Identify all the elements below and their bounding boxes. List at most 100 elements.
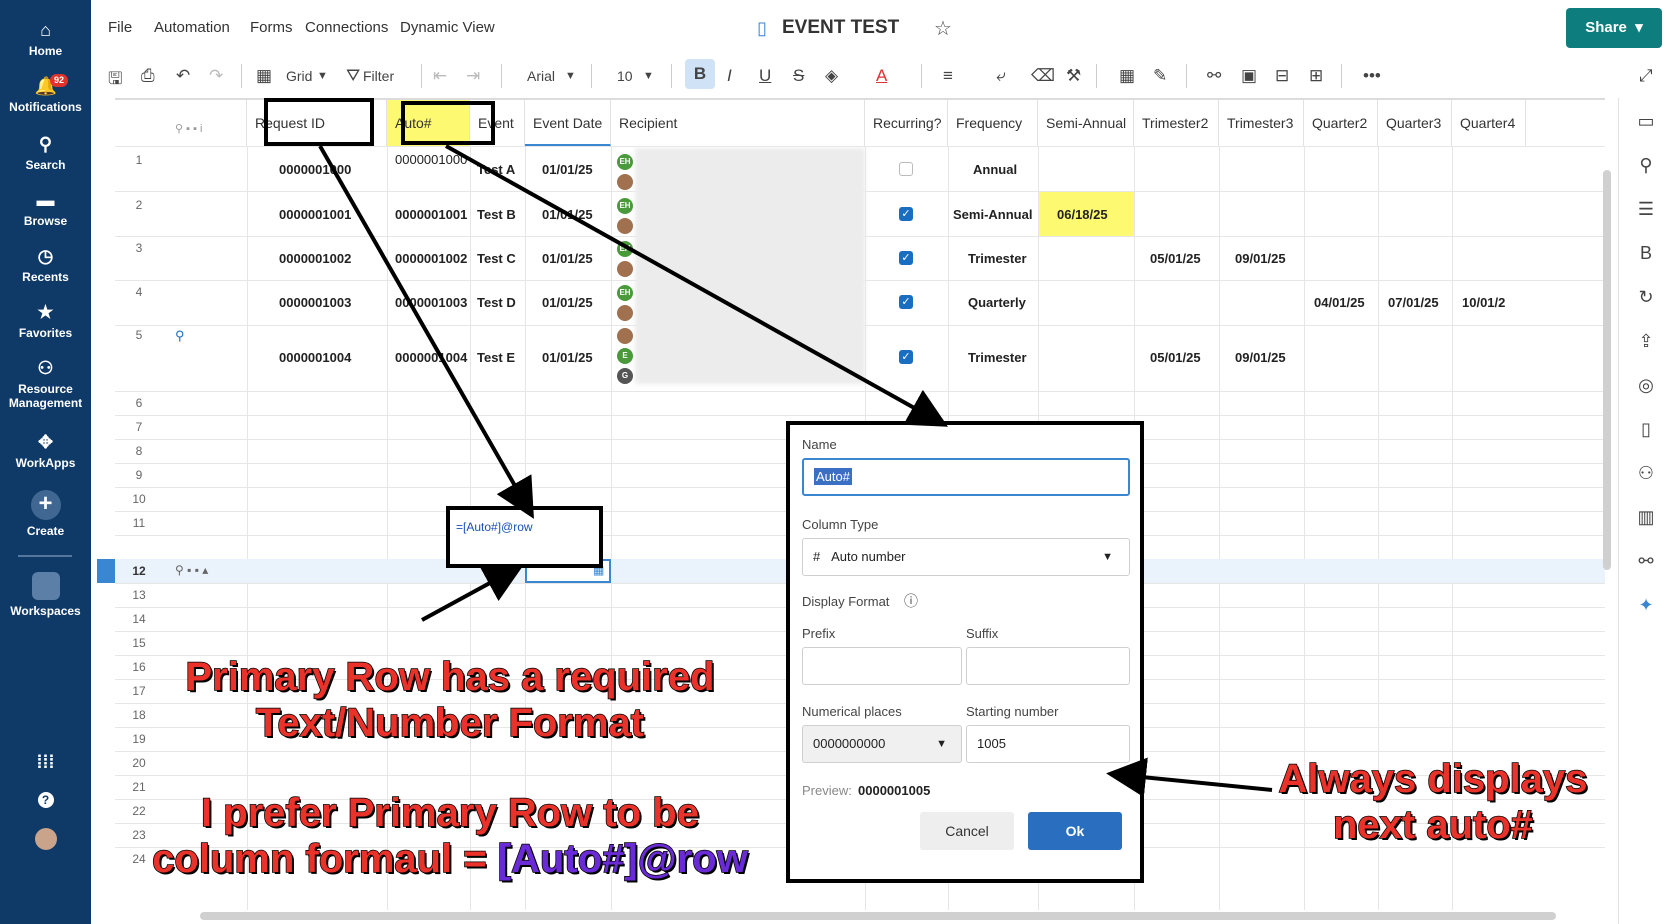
column-header-trimester2[interactable]: Trimester2: [1134, 100, 1219, 146]
strikethrough-icon[interactable]: S: [793, 66, 804, 86]
formula-text[interactable]: =[Auto#]@row: [456, 520, 533, 534]
save-icon[interactable]: 🖫: [108, 66, 122, 95]
columns-icon[interactable]: ⊞: [1309, 66, 1323, 86]
cell-event-date[interactable]: 01/01/25: [542, 295, 593, 310]
undo-icon[interactable]: ↶: [176, 66, 190, 86]
underline-icon[interactable]: U: [759, 66, 771, 86]
text-color-icon[interactable]: A: [876, 66, 887, 86]
attachment-icon[interactable]: ⚲: [1635, 154, 1657, 176]
column-header-frequency[interactable]: Frequency: [948, 100, 1038, 146]
cell-trimester3[interactable]: 09/01/25: [1235, 251, 1286, 266]
cell-request-id[interactable]: 0000001002: [279, 251, 351, 266]
bold-icon[interactable]: B: [685, 59, 715, 89]
cell-trimester2[interactable]: 05/01/25: [1150, 350, 1201, 365]
link-icon[interactable]: ⚯: [1207, 66, 1221, 86]
proofing-icon[interactable]: B: [1635, 242, 1657, 264]
cell-request-id[interactable]: 0000001000: [279, 162, 351, 177]
users-icon[interactable]: ⚇: [1635, 462, 1657, 484]
name-input[interactable]: Auto#: [802, 458, 1130, 496]
cell-event-date[interactable]: 01/01/25: [542, 251, 593, 266]
format-painter-icon[interactable]: ⚒: [1066, 66, 1081, 86]
nav-search[interactable]: ⚲ Search: [0, 134, 91, 172]
attachment-icon[interactable]: ⚲: [175, 328, 185, 344]
image-icon[interactable]: ▣: [1241, 66, 1257, 86]
apps-grid-icon[interactable]: ⁞⁞⁞: [0, 752, 91, 776]
cell-frequency[interactable]: Annual: [973, 162, 1017, 177]
menu-automation[interactable]: Automation: [154, 19, 230, 36]
forms-icon[interactable]: ▯: [1635, 418, 1657, 440]
column-header-quarter3[interactable]: Quarter3: [1378, 100, 1452, 146]
cell-request-id[interactable]: 0000001003: [279, 295, 351, 310]
column-header-quarter4[interactable]: Quarter4: [1452, 100, 1526, 146]
column-header-trimester3[interactable]: Trimester3: [1219, 100, 1304, 146]
column-header-recurring[interactable]: Recurring?: [865, 100, 948, 146]
starting-number-input[interactable]: 1005: [966, 725, 1130, 763]
filter-button[interactable]: Filter: [363, 68, 394, 84]
nav-resource-management[interactable]: ⚇ Resource Management: [0, 358, 91, 410]
nav-home[interactable]: ⌂ Home: [0, 20, 91, 58]
menu-connections[interactable]: Connections: [305, 19, 388, 36]
cell-auto[interactable]: 0000001004: [395, 350, 467, 365]
cell-frequency[interactable]: Semi-Annual: [953, 207, 1032, 222]
formula-editor[interactable]: =[Auto#]@row: [446, 506, 603, 568]
checkbox-checked[interactable]: ✓: [899, 207, 913, 221]
size-select[interactable]: 10: [617, 68, 633, 84]
layers-icon[interactable]: ☰: [1635, 198, 1657, 220]
checkbox-checked[interactable]: ✓: [899, 251, 913, 265]
nav-create[interactable]: + Create: [0, 490, 91, 538]
nav-workspaces[interactable]: Workspaces: [0, 572, 91, 618]
font-select[interactable]: Arial: [527, 68, 555, 84]
highlight-icon[interactable]: ✎: [1153, 66, 1167, 86]
nav-favorites[interactable]: ★ Favorites: [0, 302, 91, 340]
cell-auto[interactable]: 0000001003: [395, 295, 467, 310]
numerical-places-select[interactable]: 0000000000 ▼: [802, 725, 962, 763]
ok-button[interactable]: Ok: [1028, 812, 1122, 850]
publish-icon[interactable]: ⇪: [1635, 330, 1657, 352]
cell-event-date[interactable]: 01/01/25: [542, 162, 593, 177]
nav-recents[interactable]: ◷ Recents: [0, 246, 91, 284]
column-header-recipient[interactable]: Recipient: [611, 100, 865, 146]
nav-notifications[interactable]: 🔔 92 Notifications: [0, 74, 91, 114]
cell-semi-annual[interactable]: 06/18/25: [1057, 207, 1108, 222]
cell-trimester3[interactable]: 09/01/25: [1235, 350, 1286, 365]
indent-icon[interactable]: ⇥: [466, 66, 480, 86]
cell-event[interactable]: Test D: [477, 295, 516, 310]
italic-icon[interactable]: I: [727, 66, 732, 86]
prefix-input[interactable]: [802, 647, 962, 685]
help-icon[interactable]: ?: [0, 792, 91, 812]
checkbox-checked[interactable]: ✓: [899, 350, 913, 364]
vertical-scrollbar[interactable]: [1603, 170, 1611, 570]
integration-icon[interactable]: ⚯: [1635, 550, 1657, 572]
row-actions-icons[interactable]: ⚲ ▪ ▪ ▴: [175, 563, 208, 577]
cell-auto[interactable]: 0000001000: [395, 152, 467, 167]
cell-frequency[interactable]: Trimester: [968, 251, 1027, 266]
eraser-icon[interactable]: ⌫: [1031, 66, 1055, 86]
chart-icon[interactable]: ▥: [1635, 506, 1657, 528]
cell-auto[interactable]: 0000001002: [395, 251, 467, 266]
activity-icon[interactable]: ◎: [1635, 374, 1657, 396]
horizontal-scrollbar[interactable]: [200, 912, 1556, 920]
cell-quarter4[interactable]: 10/01/2: [1462, 295, 1505, 310]
ai-sparkle-icon[interactable]: ✦: [1635, 594, 1657, 616]
checkbox[interactable]: [899, 162, 913, 176]
column-type-select[interactable]: # Auto number ▼: [802, 538, 1130, 576]
align-icon[interactable]: ≡: [943, 66, 953, 86]
cancel-button[interactable]: Cancel: [920, 812, 1014, 850]
cell-event-date[interactable]: 01/01/25: [542, 207, 593, 222]
cell-frequency[interactable]: Quarterly: [968, 295, 1026, 310]
expand-icon[interactable]: ⤢: [1639, 66, 1653, 86]
nav-browse[interactable]: ▬ Browse: [0, 190, 91, 228]
cell-event[interactable]: Test E: [477, 350, 515, 365]
column-header-semi-annual[interactable]: Semi-Annual: [1038, 100, 1134, 146]
cell-event[interactable]: Test B: [477, 207, 516, 222]
table-icon[interactable]: ▦: [1119, 66, 1135, 86]
cell-frequency[interactable]: Trimester: [968, 350, 1027, 365]
chevron-down-icon[interactable]: ▼: [565, 70, 576, 82]
suffix-input[interactable]: [966, 647, 1130, 685]
filter-icon[interactable]: ⛛: [346, 66, 360, 86]
refresh-icon[interactable]: ↻: [1635, 286, 1657, 308]
chevron-down-icon[interactable]: ▼: [317, 70, 328, 82]
column-header-event-date[interactable]: Event Date: [525, 100, 611, 146]
comments-icon[interactable]: ▭: [1635, 110, 1657, 132]
cell-auto[interactable]: 0000001001: [395, 207, 467, 222]
